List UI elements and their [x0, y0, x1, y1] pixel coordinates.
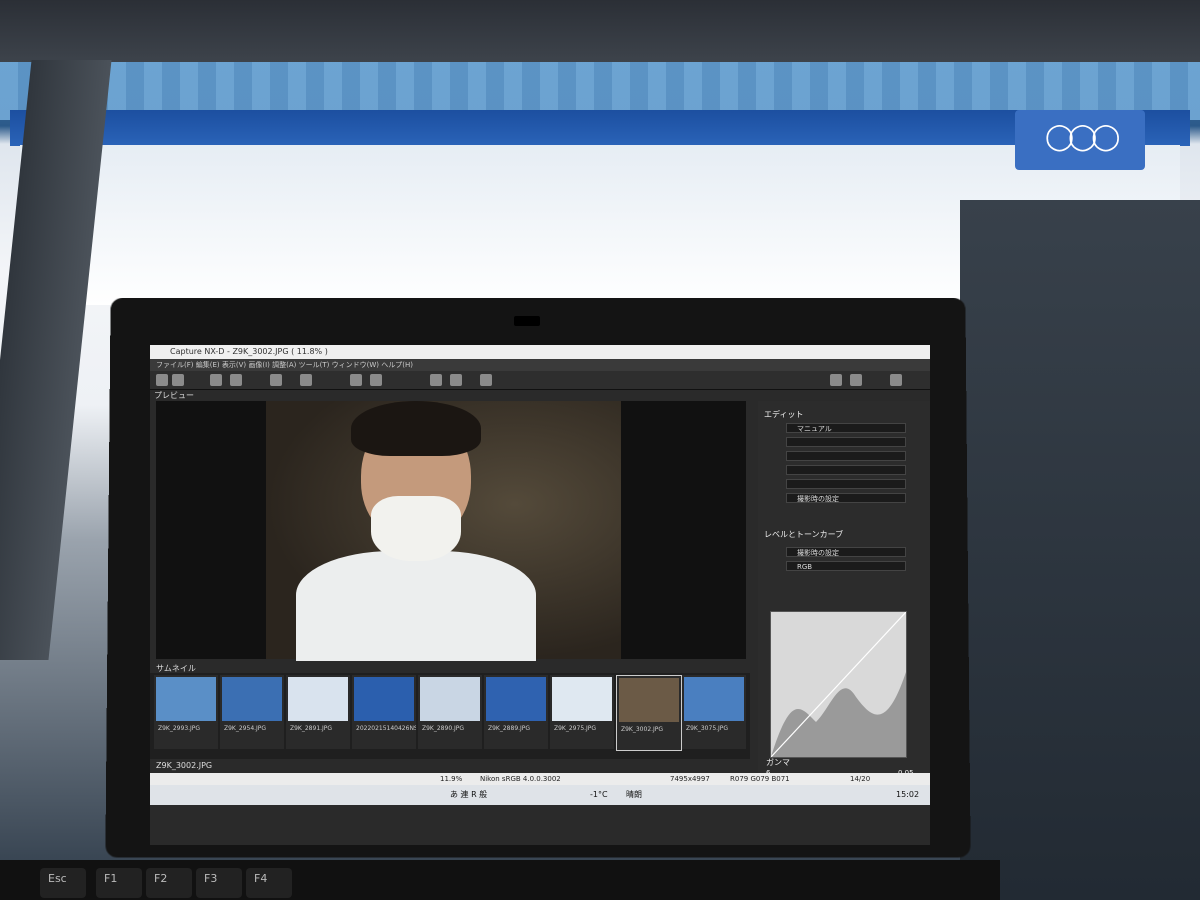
thumbnail-item[interactable]: Z9K_2889.JPG: [484, 675, 548, 749]
menu-tools[interactable]: ツール(T): [299, 361, 330, 369]
preview-label: プレビュー: [154, 391, 194, 400]
right-panel: エディット マニュアル 撮影時の設定 レベルとトーンカーブ 撮影時の設定 RGB…: [758, 401, 930, 777]
preview-photo: [266, 401, 621, 661]
monitor-icon[interactable]: [480, 374, 492, 386]
edit-tool-icon[interactable]: [830, 374, 842, 386]
gamma-label: ガンマ: [766, 758, 790, 767]
menu-window[interactable]: ウィンドウ(W): [332, 361, 379, 369]
thumbnail-caption: 20220215140426NSC.JPG: [356, 725, 416, 732]
thumbnail-image: [619, 678, 679, 722]
webcam-icon: [514, 316, 540, 326]
zoom-readout: 11.9%: [440, 775, 463, 783]
star-icon[interactable]: [430, 374, 442, 386]
thumbnail-image: [684, 677, 744, 721]
weather-text: 晴朗: [626, 790, 642, 799]
filter-icon[interactable]: [450, 374, 462, 386]
press-desk: [960, 200, 1200, 900]
current-filename: Z9K_3002.JPG: [156, 761, 213, 770]
transfer-icon[interactable]: [850, 374, 862, 386]
olympic-rings-icon: ◯◯◯: [1045, 122, 1120, 152]
thumbnail-item[interactable]: Z9K_2975.JPG: [550, 675, 614, 749]
laptop-screen: Capture NX-D - Z9K_3002.JPG ( 11.8% ) ファ…: [150, 345, 930, 845]
rotate-icon[interactable]: [370, 374, 382, 386]
key-f3[interactable]: F3: [196, 868, 242, 898]
ime-indicator[interactable]: あ 連 R 般: [450, 785, 487, 805]
channel-select[interactable]: RGB: [786, 561, 906, 571]
levels-panel-title: レベルとトーンカーブ: [764, 530, 844, 539]
thumbnail-caption: Z9K_2889.JPG: [488, 725, 531, 732]
thumbnail-caption: Z9K_3002.JPG: [621, 726, 664, 733]
window-title: Capture NX-D - Z9K_3002.JPG ( 11.8% ): [170, 347, 328, 356]
thumbnail-caption: Z9K_2993.JPG: [158, 725, 201, 732]
compare-icon[interactable]: [270, 374, 282, 386]
grid-icon[interactable]: [300, 374, 312, 386]
view-mode-icon[interactable]: [210, 374, 222, 386]
key-f4[interactable]: F4: [246, 868, 292, 898]
thumbnail-item-selected[interactable]: Z9K_3002.JPG: [616, 675, 682, 751]
preview-pane: [156, 401, 746, 661]
edit-row-empty[interactable]: [786, 451, 906, 461]
thumbnail-caption: Z9K_2890.JPG: [422, 725, 465, 732]
thumbnail-image: [222, 677, 282, 721]
menu-image[interactable]: 画像(I): [248, 361, 270, 369]
key-esc[interactable]: Esc: [40, 868, 86, 898]
status-bar: 11.9% Nikon sRGB 4.0.0.3002 7495x4997 R0…: [150, 773, 930, 785]
layout-icon[interactable]: [230, 374, 242, 386]
edit-panel-title: エディット: [764, 410, 804, 419]
rgb-readout: R079 G079 B071: [730, 775, 790, 783]
rink-boards: [10, 110, 1190, 146]
menu-view[interactable]: 表示(V): [222, 361, 246, 369]
thumbnail-image: [288, 677, 348, 721]
photo-jacket: [296, 551, 536, 661]
toolbar: [150, 371, 930, 390]
thumbnail-caption: Z9K_2891.JPG: [290, 725, 333, 732]
crop-icon[interactable]: [350, 374, 362, 386]
thumbnail-image: [420, 677, 480, 721]
window-titlebar: Capture NX-D - Z9K_3002.JPG ( 11.8% ): [150, 345, 930, 359]
edit-row-empty[interactable]: [786, 479, 906, 489]
page-indicator: 14/20: [850, 775, 871, 783]
thumbnail-image: [486, 677, 546, 721]
tone-curve-svg: [770, 611, 907, 758]
thumbnail-image: [354, 677, 414, 721]
thumbnail-item[interactable]: Z9K_2891.JPG: [286, 675, 350, 749]
thumbnail-item[interactable]: Z9K_2954.JPG: [220, 675, 284, 749]
forward-arrow-icon[interactable]: [172, 374, 184, 386]
thumbnail-caption: Z9K_3075.JPG: [686, 725, 729, 732]
thumbnail-image: [552, 677, 612, 721]
thumbnail-item[interactable]: Z9K_2890.JPG: [418, 675, 482, 749]
levels-preset-select[interactable]: 撮影時の設定: [786, 547, 906, 557]
press-box-railing: [0, 0, 1200, 62]
thumbnail-item[interactable]: 20220215140426NSC.JPG: [352, 675, 416, 749]
edit-row-empty[interactable]: [786, 437, 906, 447]
thumbnail-caption: Z9K_2954.JPG: [224, 725, 267, 732]
menu-file[interactable]: ファイル(F): [156, 361, 194, 369]
thumbnail-item[interactable]: Z9K_2993.JPG: [154, 675, 218, 749]
thumbnail-strip: Z9K_2993.JPG Z9K_2954.JPG Z9K_2891.JPG 2…: [150, 673, 750, 759]
menu-bar[interactable]: ファイル(F) 編集(E) 表示(V) 画像(I) 調整(A) ツール(T) ウ…: [150, 359, 930, 371]
edit-row-empty[interactable]: [786, 465, 906, 475]
image-dimensions: 7495x4997: [670, 775, 710, 783]
windows-taskbar: あ 連 R 般 -1°C 晴朗 15:02: [150, 785, 930, 805]
photo-mask: [371, 496, 461, 561]
thumbnail-item[interactable]: Z9K_3075.JPG: [682, 675, 746, 749]
menu-edit[interactable]: 編集(E): [196, 361, 220, 369]
photo-hair: [351, 401, 481, 456]
menu-help[interactable]: ヘルプ(H): [381, 361, 413, 369]
picture-control-select[interactable]: 撮影時の設定: [786, 493, 906, 503]
print-icon[interactable]: [890, 374, 902, 386]
thumbnail-caption: Z9K_2975.JPG: [554, 725, 597, 732]
back-arrow-icon[interactable]: [156, 374, 168, 386]
thumbnail-image: [156, 677, 216, 721]
color-profile: Nikon sRGB 4.0.0.3002: [480, 775, 561, 783]
tone-curve-graph[interactable]: [770, 611, 907, 758]
edit-mode-select[interactable]: マニュアル: [786, 423, 906, 433]
key-f1[interactable]: F1: [96, 868, 142, 898]
key-f2[interactable]: F2: [146, 868, 192, 898]
clock[interactable]: 15:02: [896, 785, 919, 805]
menu-adjust[interactable]: 調整(A): [272, 361, 296, 369]
weather-temp: -1°C: [590, 790, 608, 799]
